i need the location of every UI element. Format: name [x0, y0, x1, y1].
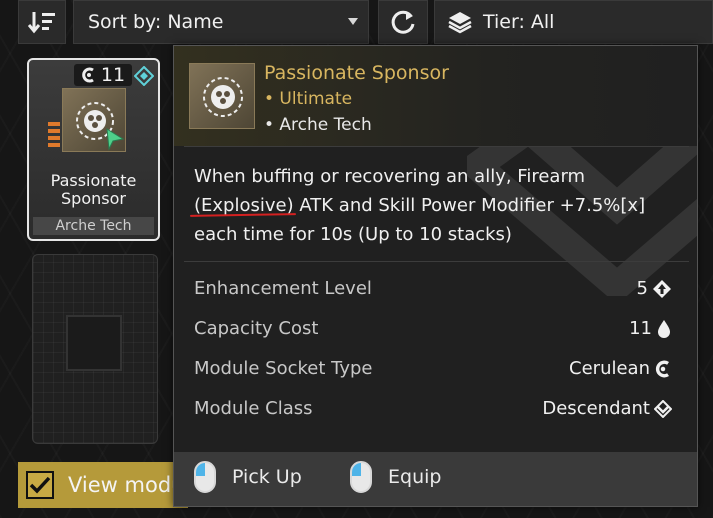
stat-value: Cerulean	[569, 358, 650, 379]
module-thumbnail	[62, 88, 126, 152]
empty-module-slot[interactable]	[32, 254, 158, 444]
stat-label: Module Socket Type	[194, 358, 373, 379]
module-emblem-icon	[203, 77, 243, 117]
stat-value-wrap: 5	[637, 278, 672, 299]
chevron-down-icon	[348, 18, 358, 25]
equip-action[interactable]: Equip	[350, 461, 441, 493]
stat-label: Enhancement Level	[194, 278, 372, 299]
sort-order-button[interactable]	[18, 0, 66, 44]
stat-value: 11	[629, 318, 652, 339]
cerulean-socket-icon	[82, 67, 94, 83]
view-modules-toggle[interactable]: View modu	[18, 462, 188, 508]
refresh-button[interactable]	[378, 0, 428, 44]
checkbox[interactable]	[26, 471, 54, 499]
tooltip-thumbnail	[189, 63, 255, 129]
tier-select-label: Tier: All	[483, 11, 555, 33]
layers-icon	[448, 12, 472, 34]
descendant-class-icon	[654, 399, 672, 418]
stat-value: 5	[636, 278, 648, 299]
divider	[184, 261, 689, 262]
tier-bars	[48, 122, 60, 150]
toolbar: Sort by: Name Tier: All	[0, 0, 713, 46]
stat-module-class: Module Class Descendant	[194, 398, 672, 426]
sort-select-label: Sort by: Name	[88, 11, 224, 33]
mouse-left-click-icon	[194, 461, 216, 493]
view-modules-label: View modu	[68, 473, 185, 497]
capacity-badge: 11	[74, 64, 132, 86]
droplet-icon	[658, 319, 670, 338]
mouse-left-click-icon	[350, 461, 372, 493]
tooltip-brand: • Arche Tech	[264, 115, 372, 135]
stat-capacity-cost: Capacity Cost 11	[194, 318, 672, 346]
tooltip-footer: Pick Up Equip	[174, 452, 697, 506]
chip-icon	[66, 315, 122, 371]
stat-value-wrap: 11	[629, 318, 672, 339]
cerulean-socket-icon	[655, 360, 669, 377]
stat-value-wrap: Descendant	[542, 398, 672, 419]
description-text: When buffing or recovering an ally, Fire…	[194, 166, 586, 187]
sort-descending-icon	[28, 12, 55, 34]
stat-label: Capacity Cost	[194, 318, 319, 339]
pickup-action[interactable]: Pick Up	[194, 461, 302, 493]
module-card-brand: Arche Tech	[33, 217, 154, 235]
pickup-label: Pick Up	[232, 466, 302, 488]
module-card-passionate-sponsor[interactable]: 11 Passionate Sponsor Arche Tech	[27, 58, 160, 241]
tooltip-tier: • Ultimate	[264, 89, 353, 109]
capacity-value: 11	[100, 64, 126, 86]
equip-label: Equip	[388, 466, 442, 488]
tier-select[interactable]: Tier: All	[434, 0, 713, 44]
module-card-name: Passionate Sponsor	[50, 171, 137, 208]
stat-value-wrap: Cerulean	[569, 358, 672, 379]
module-tooltip: Passionate Sponsor • Ultimate • Arche Te…	[173, 45, 698, 507]
tooltip-title: Passionate Sponsor	[264, 62, 449, 84]
stat-value: Descendant	[542, 398, 650, 419]
refresh-icon	[391, 10, 415, 34]
module-emblem-icon	[76, 102, 125, 151]
tooltip-header: Passionate Sponsor • Ultimate • Arche Te…	[174, 46, 697, 146]
stat-enhancement-level: Enhancement Level 5	[194, 278, 672, 306]
stat-socket-type: Module Socket Type Cerulean	[194, 358, 672, 386]
divider	[184, 146, 689, 147]
sort-select[interactable]: Sort by: Name	[73, 0, 369, 44]
checkmark-icon	[29, 476, 51, 494]
tooltip-description: When buffing or recovering an ally, Fire…	[194, 162, 684, 249]
description-highlight: (Explosive)	[194, 195, 294, 216]
favorite-diamond-icon	[134, 66, 154, 86]
stat-label: Module Class	[194, 398, 313, 419]
enhancement-arrow-icon	[653, 279, 671, 298]
